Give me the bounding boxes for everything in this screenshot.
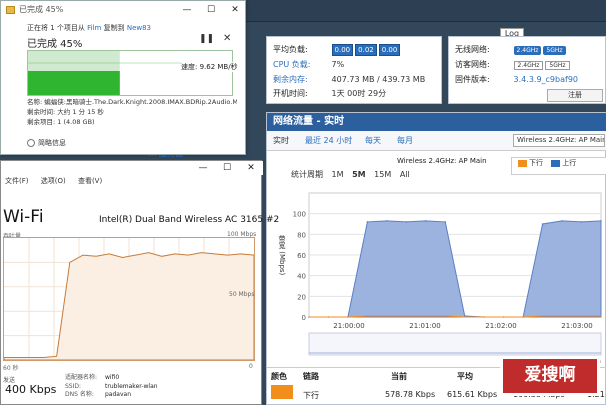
register-button[interactable]: 注册 (547, 89, 603, 102)
tab-realtime[interactable]: 实时 (273, 135, 289, 146)
dest-link[interactable]: New83 (127, 24, 151, 32)
x-tick-label: 21:03:00 (561, 322, 592, 330)
firmware-row: 固件版本: 3.4.3.9_c9baf90 (455, 75, 578, 84)
tab-daily[interactable]: 每天 (365, 135, 381, 146)
menu-options[interactable]: 选项(O) (41, 177, 66, 185)
x-tick-label: 21:02:00 (485, 322, 516, 330)
copy-details: 名称: 蝙蝠侠:黑暗骑士.The.Dark.Knight.2008.IMAX.B… (27, 98, 237, 126)
menu-file[interactable]: 文件(F) (5, 177, 29, 185)
tm-minimize-button[interactable]: — (191, 161, 215, 175)
traffic-chart-title: Wireless 2.4GHz: AP Main (397, 157, 487, 165)
menu-view[interactable]: 查看(V) (78, 177, 102, 185)
desktop: NE Log 平均负载: 0.000.020.00 CPU 负载: 7% 剩余内… (0, 0, 606, 405)
uptime-row: 开机时间: 1天 00时 29分 (273, 89, 387, 98)
period-all[interactable]: All (400, 170, 410, 179)
y-tick-label: 40 (297, 273, 306, 281)
series-down-point (600, 220, 602, 222)
load-1: 0.00 (331, 44, 354, 56)
send-value: 400 Kbps (5, 383, 57, 396)
traffic-chart: 0 20 40 60 80 100 21:00:00 21:01:00 21:02:00 21:0… (293, 192, 602, 365)
wireless-row: 无线网络: 2.4GHz 5GHz (455, 44, 568, 55)
watermark-logo: 爱搜啊 (500, 356, 600, 396)
tm-maximize-button[interactable]: ☐ (215, 161, 239, 175)
source-link[interactable]: Film (87, 24, 101, 32)
load-15: 0.00 (378, 44, 401, 56)
copy-status: 已完成 45% (27, 39, 83, 50)
copy-speed: 速度: 9.62 MB/秒 (181, 62, 238, 72)
navigator (308, 332, 602, 356)
task-manager-window: — ☐ ✕ 文件(F) 选项(O) 查看(V) Wi-Fi Intel(R) D… (0, 160, 279, 405)
copy-progress-dialog: 已完成 45% — ☐ ✕ 正在将 1 个项目从 Film 复制到 New83 … (0, 0, 246, 155)
guest-5-button[interactable]: 5GHz (545, 61, 570, 70)
copy-titlebar: 已完成 45% — ☐ ✕ (1, 1, 247, 19)
copy-speed-graph (27, 50, 233, 96)
down-color-swatch (271, 385, 293, 399)
tm-close-button[interactable]: ✕ (239, 161, 263, 175)
series-down-point (580, 221, 583, 223)
traffic-y-label: 带宽 (Mbps) (278, 235, 286, 276)
load-5: 0.02 (355, 44, 377, 56)
tm-menu-bar: 文件(F) 选项(O) 查看(V) (1, 175, 263, 187)
x-tick-label: 21:01:00 (409, 322, 440, 330)
adapter-name: Intel(R) Dual Band Wireless AC 3165 #2 (99, 215, 280, 225)
less-details-button[interactable]: 简略信息 (27, 138, 66, 148)
y-tick-label: 100 (293, 211, 306, 219)
guest-row: 访客网络: 2.4GHz 5GHz (455, 59, 572, 70)
firmware-link[interactable]: 3.4.3.9_c9baf90 (514, 75, 578, 84)
traffic-legend: 下行 上行 (511, 157, 606, 175)
series-down-point (541, 223, 544, 225)
wireless-24-button[interactable]: 2.4GHz (513, 46, 542, 55)
interface-select[interactable]: Wireless 2.4GHz: AP Main (513, 134, 605, 147)
load-row: 平均负载: 0.00 0.02 0.00 (273, 44, 402, 56)
period-5m[interactable]: 5M (352, 170, 366, 179)
system-stats-panel: 平均负载: 0.00 0.02 0.00 CPU 负载: 7% 剩余内存: 407.… (266, 36, 442, 104)
tab-24h[interactable]: 最近 24 小时 (305, 135, 352, 146)
traffic-tabs: 实时 最近 24 小时 每天 每月 Wireless 2.4GHz: AP Ma… (267, 131, 606, 151)
adapter-type: Wi-Fi (3, 207, 44, 227)
cancel-copy-icon[interactable]: ✕ (223, 33, 231, 44)
wireless-panel: 无线网络: 2.4GHz 5GHz 访客网络: 2.4GHz 5GHz 固件版本: … (448, 36, 606, 104)
wireless-5-button[interactable]: 5GHz (543, 46, 566, 55)
series-down-point (444, 221, 447, 223)
throughput-area (4, 252, 254, 360)
minimize-button[interactable]: — (175, 1, 199, 19)
close-button[interactable]: ✕ (223, 1, 247, 19)
series-down-point (425, 220, 427, 222)
y-tick-label: 0 (302, 314, 306, 322)
legend-up-swatch (551, 159, 561, 167)
legend-down-swatch (518, 159, 527, 167)
x-tick-label: 21:00:00 (333, 322, 364, 330)
mid-label: 50 Mbps (229, 291, 255, 298)
zero-label: 0 (249, 363, 253, 370)
cpu-row: CPU 负载: 7% (273, 60, 345, 69)
throughput-chart (3, 237, 255, 361)
y-tick-label: 80 (297, 231, 306, 239)
copy-source-line: 正在将 1 个项目从 Film 复制到 New83 (27, 24, 152, 32)
series-down-point (561, 220, 563, 222)
maximize-button[interactable]: ☐ (199, 1, 223, 19)
period-selector: 统计周期 1M 5M 15M All (291, 170, 410, 179)
series-down-point (405, 221, 408, 223)
period-1m[interactable]: 1M (332, 170, 344, 179)
pause-icon[interactable]: ❚❚ (199, 34, 214, 44)
period-15m[interactable]: 15M (374, 170, 391, 179)
chevron-up-icon (27, 139, 35, 147)
series-down-point (366, 221, 369, 223)
y-tick-label: 60 (297, 252, 306, 260)
y-tick-label: 20 (297, 293, 306, 301)
traffic-title: 网络流量 - 实时 (267, 113, 606, 131)
tab-monthly[interactable]: 每月 (397, 135, 413, 146)
tm-titlebar: — ☐ ✕ (1, 161, 263, 175)
adapter-info: 适配器名称: wifi0 SSID: trublemaker-wlan DNS 名称… (65, 374, 158, 398)
series-down-point (386, 220, 388, 222)
guest-24-button[interactable]: 2.4GHz (513, 61, 544, 70)
folder-icon (6, 6, 15, 14)
time-label: 60 秒 (3, 365, 19, 372)
speed-area (28, 71, 120, 95)
memory-row: 剩余内存: 407.73 MB / 439.73 MB (273, 75, 426, 84)
